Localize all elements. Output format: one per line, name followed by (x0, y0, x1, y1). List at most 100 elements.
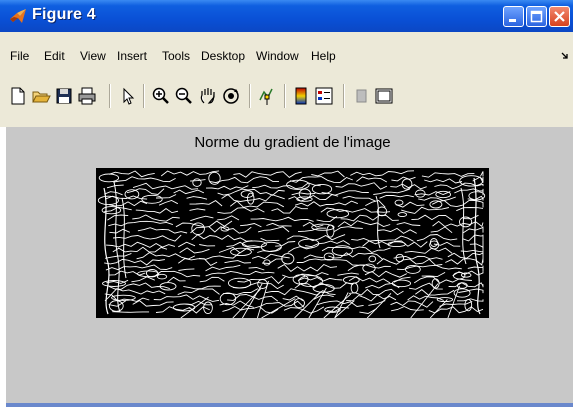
edge-stroke (323, 293, 352, 318)
edge-stroke (190, 179, 206, 182)
edge-stroke (233, 171, 302, 178)
pointer-icon[interactable] (118, 86, 138, 106)
menu-help[interactable]: Help (311, 49, 336, 63)
toolbar-separator (249, 84, 251, 108)
edge-stroke (366, 292, 392, 318)
menu-window[interactable]: Window (256, 49, 299, 63)
title-bar[interactable]: Figure 4 (0, 0, 573, 32)
menu-view[interactable]: View (80, 49, 106, 63)
open-folder-icon[interactable] (31, 86, 51, 106)
edge-stroke (283, 306, 325, 314)
gradient-image[interactable] (96, 168, 489, 318)
edge-stroke (294, 200, 358, 207)
edge-stroke (376, 258, 443, 266)
edge-stroke (189, 208, 206, 211)
edge-stroke (183, 285, 221, 290)
menu-file[interactable]: File (10, 49, 29, 63)
edge-stroke (109, 228, 130, 234)
colorbar-icon[interactable] (291, 86, 311, 106)
edge-blob (459, 175, 484, 187)
matlab-logo-icon (10, 9, 26, 23)
menu-dock-arrow-icon[interactable] (561, 52, 569, 60)
menu-desktop[interactable]: Desktop (201, 49, 245, 63)
edge-stroke (302, 221, 324, 228)
edge-stroke (132, 182, 199, 190)
edge-stroke (205, 270, 275, 277)
edge-stroke (248, 267, 265, 271)
edge-blob (219, 292, 237, 306)
edge-stroke (167, 276, 186, 283)
edge-blob (391, 279, 412, 288)
edge-stroke (260, 237, 280, 242)
edge-blob (281, 253, 295, 265)
edge-stroke (132, 214, 180, 222)
minimize-button[interactable] (503, 6, 524, 27)
edge-stroke (373, 188, 410, 195)
edge-stroke (462, 234, 484, 242)
show-plot-tools-icon[interactable] (374, 86, 394, 106)
window-bottom-edge (6, 403, 573, 407)
edge-stroke (411, 214, 453, 221)
save-icon[interactable] (54, 86, 74, 106)
menu-insert[interactable]: Insert (117, 49, 147, 63)
edge-stroke (137, 227, 188, 234)
zoom-out-icon[interactable] (174, 86, 194, 106)
edge-stroke (390, 300, 434, 308)
edge-blob (436, 297, 454, 303)
rotate-3d-icon[interactable] (221, 86, 241, 106)
edge-stroke (393, 255, 443, 260)
edge-stroke (415, 289, 455, 296)
print-icon[interactable] (77, 86, 97, 106)
edge-stroke (294, 291, 322, 318)
zoom-in-icon[interactable] (151, 86, 171, 106)
edge-blob (263, 259, 271, 266)
edge-stroke (404, 247, 453, 254)
edge-stroke (131, 276, 155, 283)
edge-blob (191, 222, 205, 235)
edge-stroke (467, 265, 484, 272)
edge-stroke (421, 272, 446, 278)
edge-stroke (365, 199, 386, 208)
edge-blob (453, 288, 471, 298)
maximize-button[interactable] (526, 6, 547, 27)
edge-stroke (271, 205, 308, 214)
edge-stroke (463, 226, 484, 234)
edge-stroke (107, 214, 129, 221)
edge-stroke (208, 220, 233, 228)
edge-stroke (333, 226, 363, 233)
edge-stroke (277, 263, 338, 272)
edge-stroke (199, 244, 216, 247)
edge-stroke (261, 298, 296, 318)
edge-blob (453, 271, 466, 280)
edge-stroke (105, 264, 173, 271)
edge-blob (350, 282, 359, 294)
edge-blob (98, 173, 120, 183)
pan-hand-icon[interactable] (198, 86, 218, 106)
edge-stroke (337, 220, 391, 228)
edge-blob (397, 212, 408, 218)
edge-stroke (347, 264, 391, 271)
edge-stroke (288, 194, 339, 202)
edge-stroke (377, 227, 417, 234)
menu-edit[interactable]: Edit (44, 49, 65, 63)
edge-stroke (112, 311, 150, 313)
maximize-icon (530, 10, 543, 23)
close-button[interactable] (549, 6, 570, 27)
edge-stroke (414, 191, 451, 196)
edge-stroke (340, 214, 399, 222)
edge-stroke (348, 276, 391, 284)
edge-stroke (401, 206, 450, 214)
edge-blob (387, 241, 406, 248)
edge-stroke (456, 207, 484, 212)
legend-icon[interactable] (314, 86, 334, 106)
edge-stroke (266, 222, 292, 227)
edge-stroke (179, 247, 210, 254)
edge-stroke (178, 258, 218, 266)
edge-blob (368, 255, 377, 263)
data-cursor-icon[interactable] (256, 86, 276, 106)
edge-stroke (289, 176, 353, 183)
hide-plot-tools-icon[interactable] (352, 86, 372, 106)
new-file-icon[interactable] (8, 86, 28, 106)
edge-blob (326, 224, 335, 238)
menu-tools[interactable]: Tools (162, 49, 190, 63)
